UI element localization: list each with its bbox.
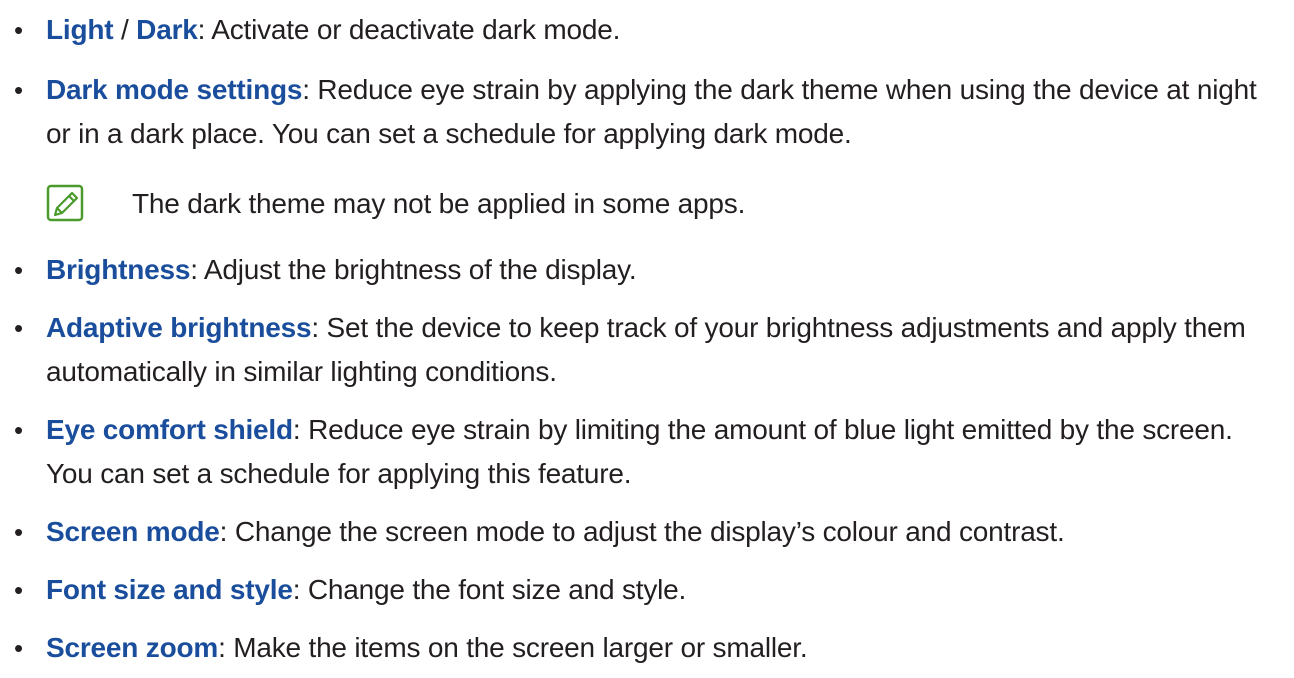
- item-text: Light / Dark: Activate or deactivate dar…: [46, 8, 1270, 52]
- term-brightness: Brightness: [46, 254, 191, 285]
- term-light: Light: [46, 14, 114, 45]
- item-text: Adaptive brightness: Set the device to k…: [46, 306, 1270, 394]
- bullet: •: [14, 517, 23, 547]
- note-text: The dark theme may not be applied in som…: [132, 188, 746, 219]
- term-dark-mode-settings: Dark mode settings: [46, 74, 303, 105]
- item-text: Screen zoom: Make the items on the scree…: [46, 626, 1270, 670]
- term-screen-zoom: Screen zoom: [46, 632, 219, 663]
- item-text: Dark mode settings: Reduce eye strain by…: [46, 68, 1270, 156]
- bullet: •: [14, 415, 23, 445]
- note-pencil-icon: [46, 184, 84, 222]
- term-eye-comfort-shield: Eye comfort shield: [46, 414, 293, 445]
- term-separator: /: [113, 14, 137, 45]
- display-settings-page: • Light / Dark: Activate or deactivate d…: [0, 0, 1294, 678]
- bullet: •: [14, 255, 23, 285]
- term-screen-mode: Screen mode: [46, 516, 220, 547]
- term-adaptive-brightness: Adaptive brightness: [46, 312, 312, 343]
- item-description: : Change the font size and style.: [292, 574, 687, 605]
- item-text: Font size and style: Change the font siz…: [46, 568, 1270, 612]
- bullet: •: [14, 15, 23, 45]
- bullet: •: [14, 75, 23, 105]
- item-description: : Change the screen mode to adjust the d…: [219, 516, 1065, 547]
- item-text: Eye comfort shield: Reduce eye strain by…: [46, 408, 1270, 496]
- note-box: The dark theme may not be applied in som…: [46, 182, 1146, 226]
- item-description: : Make the items on the screen larger or…: [218, 632, 808, 663]
- term-dark: Dark: [136, 14, 198, 45]
- item-description: : Adjust the brightness of the display.: [190, 254, 637, 285]
- item-text: Brightness: Adjust the brightness of the…: [46, 248, 1270, 292]
- bullet: •: [14, 633, 23, 663]
- item-text: Screen mode: Change the screen mode to a…: [46, 510, 1270, 554]
- bullet: •: [14, 313, 23, 343]
- term-font-size-and-style: Font size and style: [46, 574, 293, 605]
- item-description: : Activate or deactivate dark mode.: [197, 14, 621, 45]
- bullet: •: [14, 575, 23, 605]
